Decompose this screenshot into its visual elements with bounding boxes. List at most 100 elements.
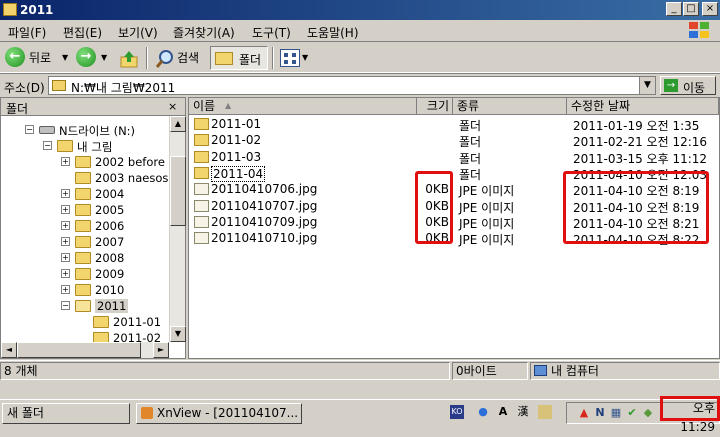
search-icon[interactable] bbox=[155, 49, 175, 69]
status-count: 8 개체 bbox=[0, 362, 450, 380]
tree-item-label: N드라이브 (N:) bbox=[59, 124, 136, 138]
back-dropdown-icon[interactable]: ▼ bbox=[62, 46, 68, 70]
ime-settings-icon[interactable] bbox=[538, 405, 552, 419]
address-input[interactable]: N:₩내 그림₩2011 ▼ bbox=[48, 76, 656, 95]
expand-icon[interactable]: + bbox=[61, 285, 70, 294]
forward-arrow-icon[interactable]: → bbox=[76, 47, 96, 67]
views-icon[interactable] bbox=[280, 49, 300, 67]
window-title: 2011 bbox=[20, 3, 54, 17]
jpeg-file-icon bbox=[194, 199, 209, 212]
expand-icon[interactable]: + bbox=[61, 237, 70, 246]
folder-icon bbox=[194, 118, 209, 130]
collapse-icon[interactable]: − bbox=[43, 141, 52, 150]
expand-icon[interactable]: + bbox=[61, 157, 70, 166]
scroll-down-icon[interactable]: ▼ bbox=[170, 326, 186, 342]
folder-icon bbox=[52, 80, 66, 91]
folder-icon bbox=[3, 3, 17, 16]
address-label: 주소(D) bbox=[4, 81, 45, 95]
folder-tree-pane: 폴더 × − N드라이브 (N:) − 내 그림 +2002 before 2003 na… bbox=[0, 97, 186, 359]
minimize-button[interactable]: _ bbox=[666, 2, 682, 16]
folder-icon bbox=[75, 300, 91, 312]
tray-update-icon[interactable]: ◆ bbox=[641, 406, 655, 420]
tree-item-label: 2006 bbox=[95, 219, 125, 233]
ime-mode-icon[interactable]: A bbox=[496, 405, 510, 419]
column-modified[interactable]: 수정한 날짜 bbox=[567, 98, 719, 115]
taskbar-xnview[interactable]: XnView - [201104107... bbox=[136, 403, 302, 424]
go-label: 이동 bbox=[683, 81, 706, 95]
menu-help[interactable]: 도움말(H) bbox=[307, 24, 359, 41]
menu-favorites[interactable]: 즐겨찾기(A) bbox=[173, 24, 235, 41]
folder-icon bbox=[75, 172, 91, 184]
hanja-icon[interactable]: 漢 bbox=[516, 405, 530, 419]
toolbar-separator bbox=[146, 47, 148, 69]
file-list-pane: 이름 ▲ 크기 종류 수정한 날짜 2011-01 폴더 2011-01-19 오전 … bbox=[188, 97, 720, 359]
expand-icon[interactable]: + bbox=[61, 205, 70, 214]
taskbar-new-folder[interactable]: 새 폴더 bbox=[2, 403, 130, 424]
search-button[interactable]: 검색 bbox=[177, 46, 199, 70]
go-button[interactable]: → 이동 bbox=[660, 76, 716, 95]
file-name: 20110410710.jpg bbox=[211, 231, 318, 246]
tray-network-icon[interactable]: ▦ bbox=[609, 406, 623, 420]
folder-icon bbox=[93, 316, 109, 328]
folder-icon bbox=[75, 236, 91, 248]
up-folder-icon[interactable] bbox=[119, 49, 139, 69]
file-row[interactable]: 2011-02 폴더 2011-02-21 오전 12:16 bbox=[189, 132, 709, 149]
close-icon[interactable]: × bbox=[168, 100, 177, 113]
menu-tools[interactable]: 도구(T) bbox=[252, 24, 291, 41]
file-name: 20110410706.jpg bbox=[211, 182, 318, 197]
expand-icon[interactable]: + bbox=[61, 253, 70, 262]
folders-button[interactable]: 폴더 bbox=[210, 46, 268, 70]
tree-item-label: 2009 bbox=[95, 267, 125, 281]
tree-item-label: 2003 naesosa bbox=[95, 171, 169, 185]
title-bar[interactable]: 2011 _ □ × bbox=[0, 0, 720, 20]
menu-view[interactable]: 보기(V) bbox=[118, 24, 158, 41]
scroll-right-icon[interactable]: ► bbox=[153, 342, 169, 358]
scroll-thumb[interactable] bbox=[17, 342, 141, 358]
views-dropdown-icon[interactable]: ▼ bbox=[302, 46, 308, 70]
tree-item-label: 2011-01 bbox=[113, 315, 162, 329]
scroll-up-icon[interactable]: ▲ bbox=[170, 116, 186, 132]
tray-app-icon[interactable]: ▲ bbox=[577, 406, 591, 420]
folder-icon bbox=[194, 150, 209, 163]
collapse-icon[interactable]: − bbox=[61, 301, 70, 310]
menu-edit[interactable]: 편집(E) bbox=[63, 24, 102, 41]
menu-file[interactable]: 파일(F) bbox=[8, 24, 46, 41]
back-arrow-icon[interactable]: ← bbox=[5, 47, 25, 67]
forward-dropdown-icon[interactable]: ▼ bbox=[101, 46, 107, 70]
status-location-label: 내 컴퓨터 bbox=[551, 364, 599, 378]
column-size[interactable]: 크기 bbox=[417, 98, 453, 115]
tray-n-icon[interactable]: N bbox=[593, 406, 607, 420]
file-row[interactable]: 2011-03 폴더 2011-03-15 오후 11:12 bbox=[189, 149, 709, 166]
folder-tree-vscrollbar[interactable]: ▲ ▼ bbox=[169, 116, 186, 342]
close-button[interactable]: × bbox=[702, 2, 718, 16]
status-bar: 8 개체 0바이트 내 컴퓨터 bbox=[0, 360, 720, 380]
tree-item-label: 2005 bbox=[95, 203, 125, 217]
file-name: 2011-01 bbox=[211, 117, 262, 131]
expand-icon[interactable]: + bbox=[61, 221, 70, 230]
collapse-icon[interactable]: − bbox=[25, 125, 34, 134]
folders-label: 폴더 bbox=[239, 53, 262, 67]
folder-tree-hscrollbar[interactable]: ◄ ► bbox=[1, 342, 169, 358]
address-path: N:₩내 그림₩2011 bbox=[71, 81, 176, 95]
scroll-left-icon[interactable]: ◄ bbox=[1, 342, 17, 358]
column-type[interactable]: 종류 bbox=[453, 98, 567, 115]
tray-security-icon[interactable]: ✔ bbox=[625, 406, 639, 420]
expand-icon[interactable]: + bbox=[61, 189, 70, 198]
expand-icon[interactable]: + bbox=[61, 269, 70, 278]
back-button[interactable]: 뒤로 bbox=[29, 46, 51, 70]
file-type: JPE 이미지 bbox=[459, 233, 515, 248]
tree-item-label: 2010 bbox=[95, 283, 125, 297]
ime-toggle-icon[interactable]: KO bbox=[450, 405, 464, 419]
status-location: 내 컴퓨터 bbox=[530, 362, 720, 380]
taskbar-clock[interactable]: 오후 11:29 bbox=[660, 396, 720, 434]
folder-icon bbox=[93, 332, 109, 342]
maximize-button[interactable]: □ bbox=[683, 2, 699, 16]
file-row[interactable]: 2011-01 폴더 2011-01-19 오전 1:35 bbox=[189, 116, 709, 133]
scroll-thumb[interactable] bbox=[170, 156, 186, 226]
column-name[interactable]: 이름 ▲ bbox=[189, 98, 417, 115]
tree-item-label: 2004 bbox=[95, 187, 125, 201]
tree-item-label: 2002 before bbox=[95, 155, 165, 169]
address-dropdown-icon[interactable]: ▼ bbox=[639, 77, 655, 94]
tree-item-label: 2011 bbox=[95, 299, 129, 313]
globe-icon[interactable]: ● bbox=[476, 405, 490, 419]
